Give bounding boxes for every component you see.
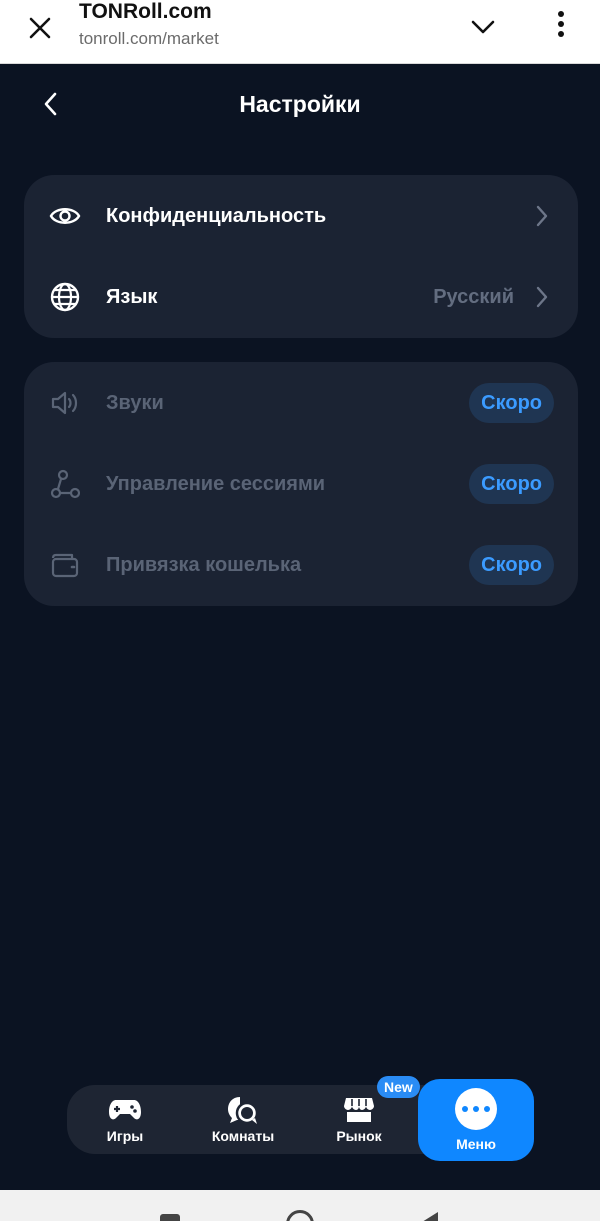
settings-item-wallet: Привязка кошелька Скоро	[24, 524, 578, 606]
storefront-icon	[342, 1095, 376, 1125]
settings-item-sounds: Звуки Скоро	[24, 362, 578, 444]
soon-badge: Скоро	[469, 464, 554, 504]
settings-item-privacy[interactable]: Конфиденциальность	[24, 175, 578, 257]
settings-item-label: Конфиденциальность	[106, 204, 327, 227]
chat-bubbles-icon	[226, 1095, 260, 1125]
nav-label: Игры	[106, 1128, 144, 1144]
language-value: Русский	[433, 285, 514, 308]
more-horizontal-icon	[455, 1088, 497, 1130]
settings-item-sessions: Управление сессиями Скоро	[24, 443, 578, 525]
page-title: Настройки	[239, 91, 361, 117]
nav-item-games[interactable]: Игры	[83, 1085, 167, 1154]
globe-icon	[48, 280, 82, 314]
nav-label: Меню	[456, 1136, 496, 1152]
eye-icon	[48, 199, 82, 233]
chevron-down-icon[interactable]	[466, 10, 500, 44]
new-badge: New	[377, 1076, 420, 1098]
browser-url[interactable]: tonroll.com/market	[79, 29, 219, 49]
back-triangle-icon[interactable]	[422, 1212, 438, 1221]
more-vertical-icon[interactable]	[546, 6, 576, 42]
settings-item-label: Звуки	[106, 391, 164, 414]
chevron-right-icon	[532, 283, 552, 311]
chevron-right-icon	[532, 202, 552, 230]
browser-page-title: TONRoll.com	[79, 0, 212, 23]
settings-card-main: Конфиденциальность Язык Русский	[24, 175, 578, 338]
nav-label: Комнаты	[211, 1128, 275, 1144]
gamepad-icon	[108, 1095, 142, 1125]
soon-badge: Скоро	[469, 545, 554, 585]
settings-item-label: Управление сессиями	[106, 472, 326, 495]
settings-item-label: Привязка кошелька	[106, 553, 302, 576]
home-icon[interactable]	[286, 1210, 314, 1221]
nav-item-menu[interactable]: Меню	[418, 1079, 534, 1161]
share-nodes-icon	[48, 467, 82, 501]
recents-icon[interactable]	[160, 1214, 180, 1221]
close-icon[interactable]	[22, 10, 58, 46]
settings-item-label: Язык	[106, 285, 158, 308]
settings-item-language[interactable]: Язык Русский	[24, 256, 578, 338]
system-nav-bar	[0, 1190, 600, 1221]
settings-card-soon: Звуки Скоро Управление сессиями Скоро Пр…	[24, 362, 578, 606]
wallet-icon	[48, 548, 82, 582]
browser-toolbar: TONRoll.com tonroll.com/market	[0, 0, 600, 64]
nav-label: Рынок	[336, 1128, 382, 1144]
speaker-icon	[48, 386, 82, 420]
soon-badge: Скоро	[469, 383, 554, 423]
nav-item-rooms[interactable]: Комнаты	[201, 1085, 285, 1154]
